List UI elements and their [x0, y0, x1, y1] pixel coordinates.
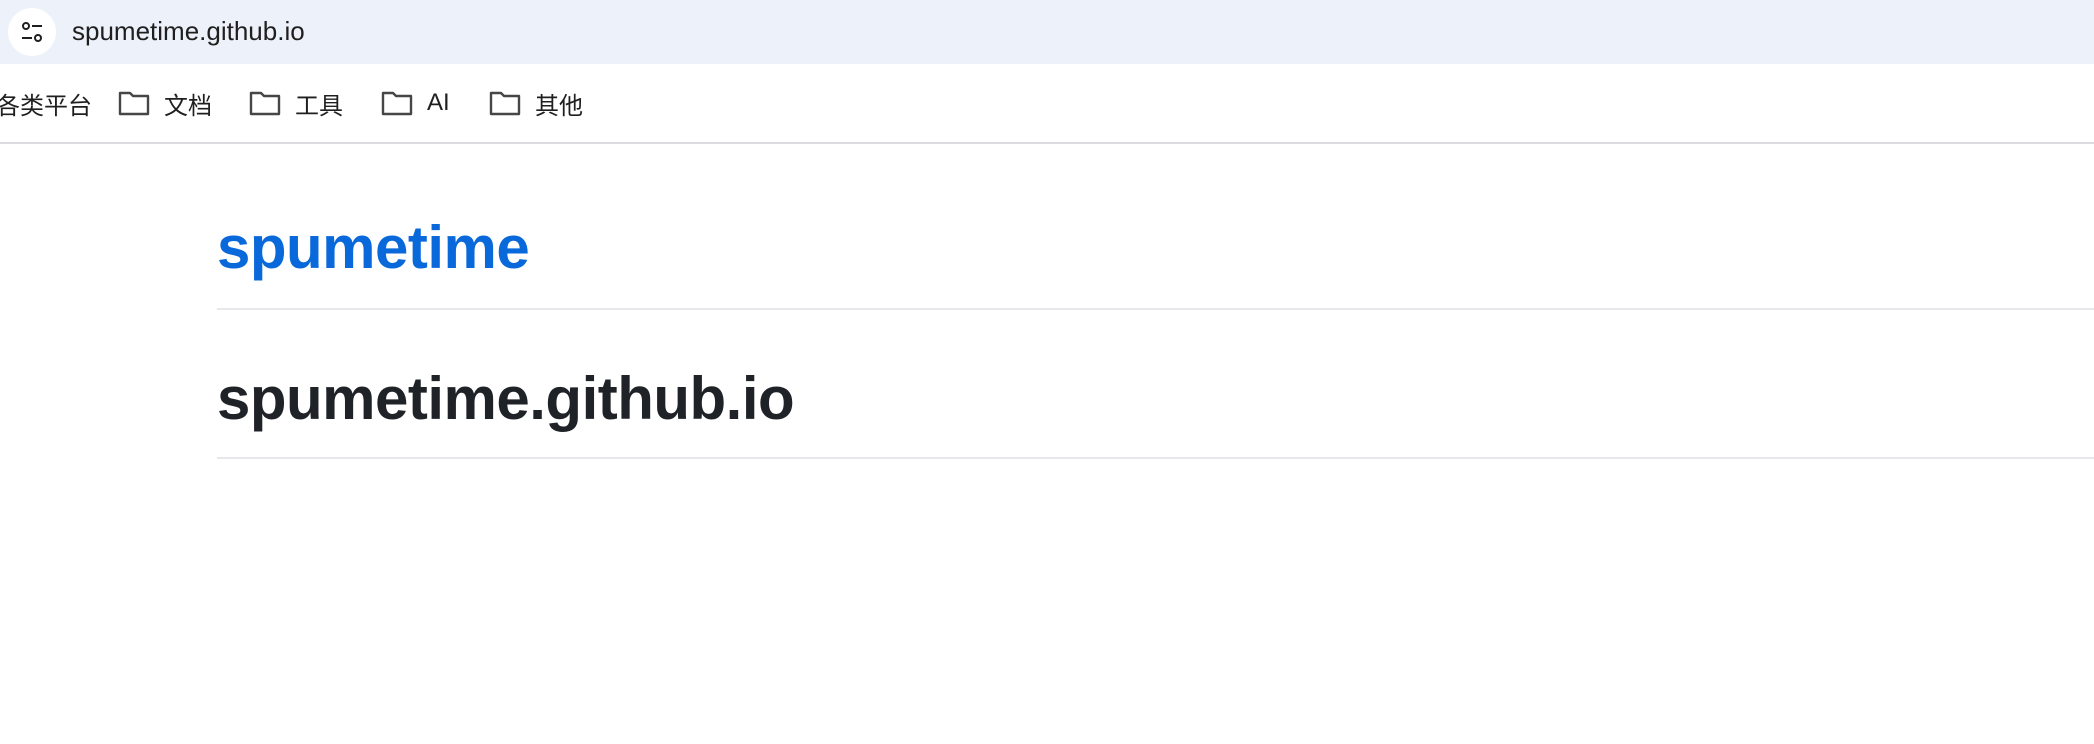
- site-info-button[interactable]: [8, 8, 56, 56]
- bookmark-label: 各类平台: [0, 92, 92, 120]
- folder-icon: [381, 90, 413, 116]
- tune-icon: [22, 22, 42, 42]
- folder-icon: [118, 90, 150, 116]
- bookmark-folder-ai[interactable]: AI: [381, 86, 450, 120]
- page-title: spumetime.github.io: [217, 365, 795, 432]
- site-title-link[interactable]: spumetime: [217, 212, 530, 284]
- bookmark-folder-tools[interactable]: 工具: [249, 86, 343, 120]
- url-field[interactable]: spumetime.github.io: [72, 15, 305, 47]
- address-bar: spumetime.github.io: [0, 0, 2094, 64]
- bookmark-label: 其他: [535, 92, 583, 120]
- heading-divider: [217, 457, 2094, 459]
- folder-icon: [249, 90, 281, 116]
- bookmark-label: 文档: [164, 92, 212, 120]
- bookmark-folder-docs[interactable]: 文档: [118, 86, 212, 120]
- folder-icon: [489, 90, 521, 116]
- bookmark-folder-platforms[interactable]: 各类平台: [0, 86, 92, 120]
- header-divider: [217, 308, 2094, 310]
- bookmarks-bar: 各类平台 文档 工具 AI 其他: [0, 64, 2094, 144]
- bookmark-label: AI: [427, 89, 450, 116]
- bookmark-folder-other[interactable]: 其他: [489, 86, 583, 120]
- page-content: spumetime spumetime.github.io: [0, 144, 2094, 744]
- bookmark-label: 工具: [295, 92, 343, 120]
